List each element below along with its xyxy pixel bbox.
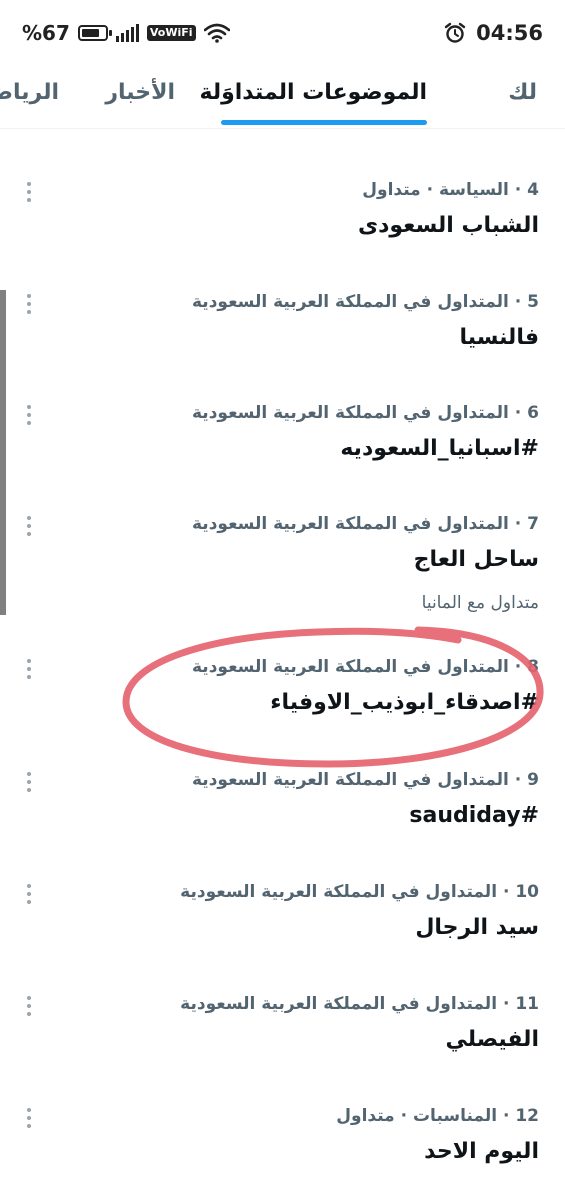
trend-title: الفيصلي <box>445 1027 539 1052</box>
more-options-icon[interactable] <box>26 516 32 536</box>
more-options-icon[interactable] <box>26 884 32 904</box>
trend-item[interactable]: 10 · المتداول في المملكة العربية السعودي… <box>0 870 565 980</box>
trend-item[interactable]: 11 · المتداول في المملكة العربية السعودي… <box>0 982 565 1092</box>
tab-news[interactable]: الأخبار <box>105 80 175 105</box>
trend-title: الشباب السعودى <box>357 213 539 238</box>
trend-meta: 10 · المتداول في المملكة العربية السعودي… <box>180 882 539 902</box>
status-bar-left: %67 VoWiFi <box>22 20 230 46</box>
trend-item[interactable]: 5 · المتداول في المملكة العربية السعودية… <box>0 280 565 390</box>
trend-title: اليوم الاحد <box>424 1139 539 1164</box>
wifi-icon <box>203 23 230 43</box>
battery-percent: %67 <box>22 21 70 45</box>
vowifi-icon: VoWiFi <box>146 25 196 41</box>
more-options-icon[interactable] <box>26 294 32 314</box>
tab-trending[interactable]: الموضوعات المتداوَلة <box>199 80 427 105</box>
trend-title: سيد الرجال <box>415 915 539 940</box>
trend-title: #اسبانيا_السعوديه <box>340 436 539 461</box>
more-options-icon[interactable] <box>26 772 32 792</box>
status-bar-right: 04:56 <box>444 20 543 46</box>
trend-meta: 12 · المناسبات · متداول <box>336 1106 539 1126</box>
trend-item[interactable]: 7 · المتداول في المملكة العربية السعودية… <box>0 502 565 642</box>
trend-item[interactable]: 12 · المناسبات · متداول اليوم الاحد <box>0 1094 565 1200</box>
trend-item[interactable]: 9 · المتداول في المملكة العربية السعودية… <box>0 758 565 868</box>
more-options-icon[interactable] <box>26 1108 32 1128</box>
trend-meta: 5 · المتداول في المملكة العربية السعودية <box>192 292 539 312</box>
tab-sports[interactable]: الرياضة <box>0 80 59 105</box>
active-tab-indicator <box>221 120 427 125</box>
more-options-icon[interactable] <box>26 996 32 1016</box>
trend-title: ساحل العاج <box>413 547 539 572</box>
trend-meta: 6 · المتداول في المملكة العربية السعودية <box>192 403 539 423</box>
more-options-icon[interactable] <box>26 659 32 679</box>
trend-context: متداول مع المانيا <box>421 593 539 613</box>
trending-screen: %67 VoWiFi 04:56 لك الموضوعات المتداوَلة… <box>0 0 565 1200</box>
top-tabs: لك الموضوعات المتداوَلة الأخبار الرياضة <box>0 66 565 128</box>
signal-icon <box>115 24 139 42</box>
trend-title: #saudiday <box>409 803 539 828</box>
trend-meta: 4 · السياسة · متداول <box>362 180 539 200</box>
trend-meta: 7 · المتداول في المملكة العربية السعودية <box>192 514 539 534</box>
battery-icon <box>77 25 112 41</box>
clock: 04:56 <box>476 21 543 45</box>
trend-meta: 8 · المتداول في المملكة العربية السعودية <box>192 657 539 677</box>
trend-meta: 11 · المتداول في المملكة العربية السعودي… <box>180 994 539 1014</box>
trend-item[interactable]: 8 · المتداول في المملكة العربية السعودية… <box>0 645 565 755</box>
status-bar: %67 VoWiFi 04:56 <box>0 0 565 66</box>
tabs-divider <box>0 128 565 129</box>
trend-title: فالنسيا <box>459 325 539 350</box>
trend-item[interactable]: 4 · السياسة · متداول الشباب السعودى <box>0 168 565 278</box>
trend-title: #اصدقاء_ابوذيب_الاوفياء <box>270 690 539 715</box>
alarm-icon <box>444 22 466 43</box>
more-options-icon[interactable] <box>26 405 32 425</box>
tab-for-you[interactable]: لك <box>508 80 537 105</box>
trend-item[interactable]: 6 · المتداول في المملكة العربية السعودية… <box>0 391 565 501</box>
more-options-icon[interactable] <box>26 182 32 202</box>
trend-meta: 9 · المتداول في المملكة العربية السعودية <box>192 770 539 790</box>
